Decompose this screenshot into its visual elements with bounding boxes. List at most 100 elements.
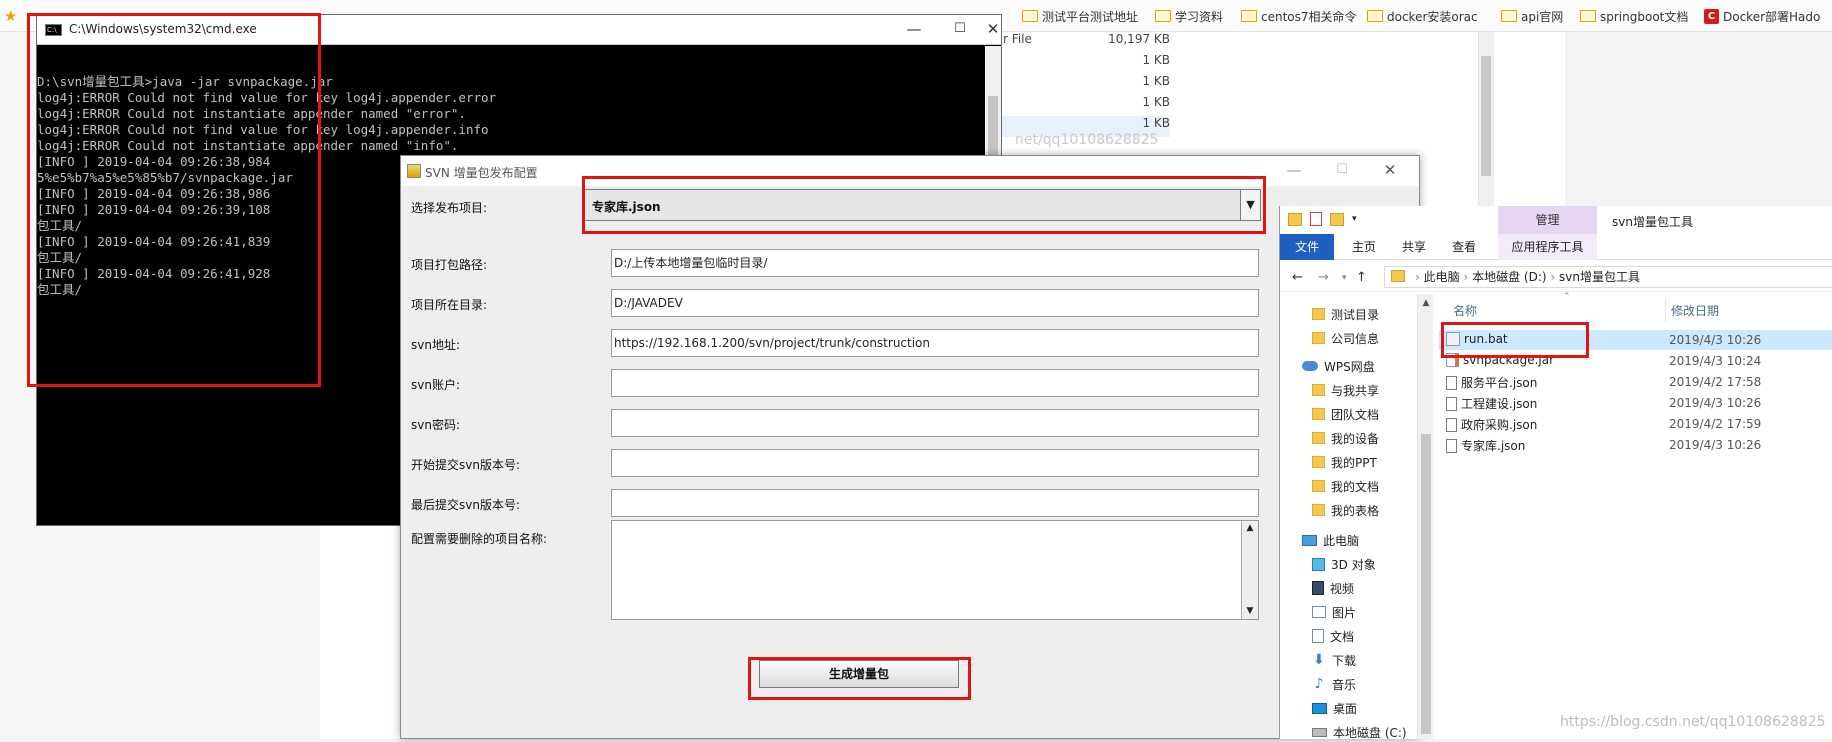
nav-item[interactable]: 图片: [1312, 602, 1356, 622]
field-label: svn账户:: [411, 378, 461, 392]
project-dir-input[interactable]: D:/JAVADEV: [611, 289, 1259, 317]
file-row[interactable]: run.bat 2019/4/3 10:26: [1439, 330, 1832, 350]
nav-item[interactable]: 与我共享: [1312, 380, 1379, 400]
nav-item[interactable]: 测试目录: [1312, 304, 1379, 324]
package-path-input[interactable]: D:/上传本地增量包临时目录/: [611, 249, 1259, 277]
nav-item[interactable]: 公司信息: [1312, 328, 1379, 348]
tab-share[interactable]: 共享: [1392, 234, 1436, 260]
folder-icon: [1312, 432, 1325, 444]
end-revision-input[interactable]: [611, 489, 1259, 517]
svn-url-input[interactable]: https://192.168.1.200/svn/project/trunk/…: [611, 329, 1259, 357]
file-row[interactable]: 服务平台.json 2019/4/2 17:58: [1439, 372, 1832, 392]
file-row[interactable]: 工程建设.json 2019/4/3 10:26: [1439, 393, 1832, 413]
svn-password-input[interactable]: [611, 409, 1259, 437]
breadcrumb-item[interactable]: 本地磁盘 (D:): [1472, 270, 1546, 284]
properties-icon[interactable]: [1310, 212, 1322, 226]
ribbon-tabs: 文件 主页 共享 查看 应用程序工具: [1280, 234, 1832, 260]
json-file-icon: [1446, 375, 1457, 390]
file-list: 名称 ⌃ 修改日期 run.bat 2019/4/3 10:26 svnpack…: [1439, 292, 1832, 739]
field-label: 项目所在目录:: [411, 298, 488, 312]
nav-item[interactable]: 我的设备: [1312, 428, 1379, 448]
start-revision-input[interactable]: [611, 449, 1259, 477]
nav-item[interactable]: ♪ 音乐: [1312, 674, 1356, 694]
svn-account-input[interactable]: [611, 369, 1259, 397]
picture-icon: [1312, 606, 1326, 618]
nav-item[interactable]: 视频: [1312, 578, 1354, 598]
new-folder-icon[interactable]: [1330, 212, 1344, 226]
cmd-title-bar[interactable]: C:\ C:\Windows\system32\cmd.exe — ☐ ✕: [37, 15, 1001, 45]
window-title: svn增量包工具: [1612, 215, 1693, 229]
maximize-button[interactable]: ☐: [1319, 156, 1365, 186]
nav-item[interactable]: 团队文档: [1312, 404, 1379, 424]
tab-file[interactable]: 文件: [1280, 234, 1334, 260]
maximize-button[interactable]: ☐: [937, 15, 983, 45]
nav-item[interactable]: 我的PPT: [1312, 452, 1377, 472]
breadcrumb-sep: ›: [1463, 270, 1473, 284]
up-icon[interactable]: ↑: [1356, 270, 1367, 285]
column-divider[interactable]: [1665, 298, 1666, 322]
project-select[interactable]: 专家库.json ▼: [583, 189, 1261, 221]
nav-scroll-thumb[interactable]: [1421, 434, 1431, 734]
svn-config-dialog[interactable]: SVN 增量包发布配置 — ☐ ✕ 选择发布项目: 专家库.json ▼ 项目打…: [400, 155, 1420, 739]
forward-icon[interactable]: →: [1318, 270, 1329, 285]
column-header-date[interactable]: 修改日期: [1671, 302, 1719, 319]
watermark-top: net/qq10108628825: [1015, 132, 1159, 148]
minimize-button[interactable]: —: [891, 15, 937, 45]
bookmark-item[interactable]: api官网: [1501, 7, 1563, 25]
tab-manage[interactable]: 管理: [1498, 206, 1597, 234]
nav-item[interactable]: 桌面: [1312, 698, 1357, 718]
nav-item[interactable]: 本地磁盘 (C:): [1312, 722, 1407, 742]
column-header-name[interactable]: 名称: [1453, 302, 1477, 319]
close-button[interactable]: ✕: [1367, 156, 1413, 186]
delete-projects-textarea[interactable]: ▲ ▼: [611, 520, 1259, 620]
file-explorer-window[interactable]: ▾ 管理 svn增量包工具 文件 主页 共享 查看 应用程序工具 ← → ▾ ↑…: [1279, 206, 1832, 742]
nav-item[interactable]: 3D 对象: [1312, 554, 1376, 574]
chevron-down-icon[interactable]: ▾: [1352, 214, 1357, 224]
back-icon[interactable]: ←: [1292, 270, 1303, 285]
folder-icon: [1241, 10, 1257, 22]
java-app-icon: [407, 164, 421, 178]
video-icon: [1312, 581, 1324, 595]
recent-chevron-icon[interactable]: ▾: [1342, 273, 1347, 283]
tab-home[interactable]: 主页: [1342, 234, 1386, 260]
folder-icon: [1312, 308, 1325, 320]
disk-icon: [1312, 727, 1327, 737]
nav-item[interactable]: WPS网盘: [1302, 356, 1375, 376]
chevron-down-icon[interactable]: ▼: [1240, 190, 1260, 220]
folder-icon: [1501, 10, 1517, 22]
star-icon[interactable]: ★: [4, 7, 17, 25]
close-button[interactable]: ✕: [983, 15, 1003, 45]
bookmark-item[interactable]: docker安装orac: [1367, 7, 1478, 25]
nav-item[interactable]: 我的表格: [1312, 500, 1379, 520]
scroll-up-icon[interactable]: ▲: [1242, 521, 1258, 536]
bookmark-item[interactable]: C Docker部署Hado: [1704, 7, 1820, 25]
svn-title-bar[interactable]: SVN 增量包发布配置 — ☐ ✕: [401, 156, 1419, 186]
bookmark-item[interactable]: springboot文档: [1580, 7, 1688, 25]
nav-item[interactable]: 文档: [1312, 626, 1354, 646]
nav-item[interactable]: ⬇ 下载: [1312, 650, 1356, 670]
file-row[interactable]: svnpackage.jar 2019/4/3 10:24: [1439, 351, 1832, 371]
scroll-down-icon[interactable]: ▼: [1242, 604, 1258, 619]
quick-access-toolbar: ▾ 管理 svn增量包工具: [1280, 206, 1832, 234]
nav-item[interactable]: 我的文档: [1312, 476, 1379, 496]
tab-app-tools[interactable]: 应用程序工具: [1498, 234, 1597, 260]
file-row[interactable]: 政府采购.json 2019/4/2 17:59: [1439, 414, 1832, 434]
nav-item[interactable]: 此电脑: [1302, 530, 1359, 550]
bookmark-item[interactable]: 学习资料: [1155, 7, 1223, 25]
folder-icon: [1312, 408, 1325, 420]
file-row[interactable]: 专家库.json 2019/4/3 10:26: [1439, 435, 1832, 455]
scroll-up-icon[interactable]: ▲: [1418, 298, 1434, 308]
textarea-scrollbar[interactable]: ▲ ▼: [1241, 521, 1258, 619]
tab-view[interactable]: 查看: [1442, 234, 1486, 260]
background-scroll-thumb[interactable]: [1481, 56, 1491, 176]
minimize-button[interactable]: —: [1271, 156, 1317, 186]
field-label: svn地址:: [411, 338, 461, 352]
breadcrumb-item[interactable]: 此电脑: [1424, 270, 1460, 284]
nav-scrollbar[interactable]: ▲: [1417, 294, 1433, 739]
address-bar[interactable]: › 此电脑 › 本地磁盘 (D:) › svn增量包工具: [1384, 266, 1832, 288]
generate-package-button[interactable]: 生成增量包: [759, 660, 959, 688]
bookmark-item[interactable]: 测试平台测试地址: [1022, 7, 1138, 25]
bookmark-item[interactable]: centos7相关命令: [1241, 7, 1357, 25]
folder-icon[interactable]: [1288, 212, 1302, 226]
breadcrumb-item[interactable]: svn增量包工具: [1559, 270, 1640, 284]
